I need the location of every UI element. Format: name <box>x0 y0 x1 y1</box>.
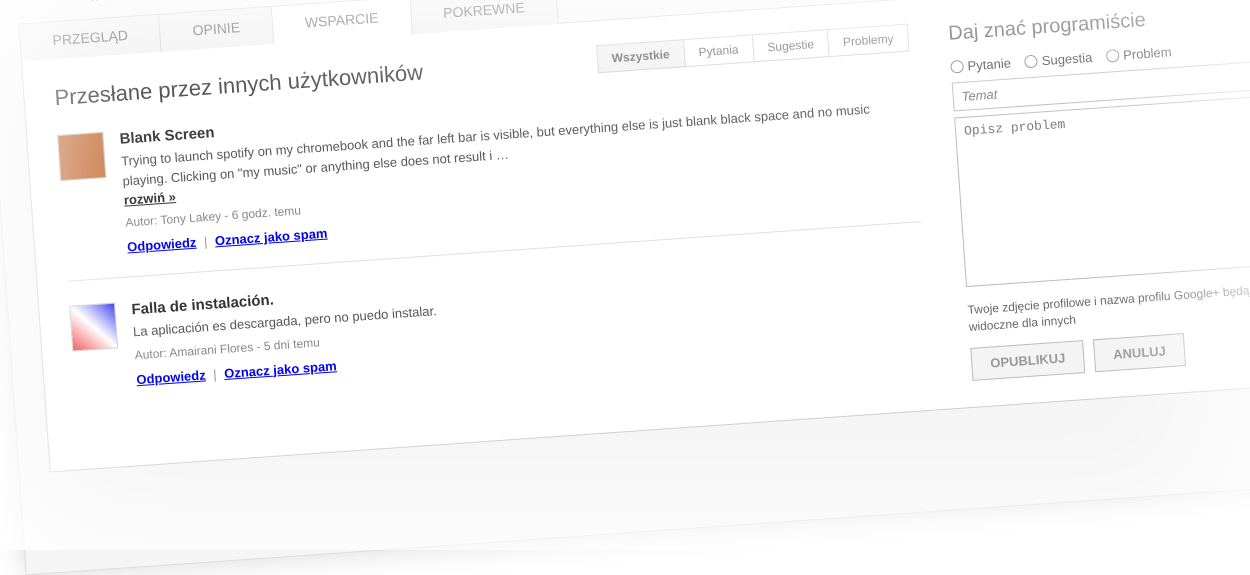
filter-questions[interactable]: Pytania <box>683 34 755 67</box>
disclaimer-text: Twoje zdjęcie profilowe i nazwa profilu … <box>967 281 1250 335</box>
radio-suggestion[interactable]: Sugestia <box>1024 50 1092 70</box>
avatar <box>69 303 118 352</box>
reply-link[interactable]: Odpowiedz <box>136 367 206 387</box>
mark-spam-link[interactable]: Oznacz jako spam <box>224 358 337 381</box>
cancel-button[interactable]: ANULUJ <box>1093 333 1186 372</box>
filter-tabs: Wszystkie Pytania Sugestie Problemy <box>597 24 910 74</box>
filter-all[interactable]: Wszystkie <box>596 39 686 73</box>
expand-link[interactable]: rozwiń » <box>123 189 176 208</box>
support-post: Blank Screen Trying to launch spotify on… <box>57 75 920 258</box>
feedback-heading: Daj znać programiście <box>948 2 1249 46</box>
tab-reviews[interactable]: OPINIE <box>158 6 274 52</box>
rating-stars: ★★★★½ <box>88 0 151 6</box>
support-post: Falla de instalación. La aplicación es d… <box>69 246 929 391</box>
reply-link[interactable]: Odpowiedz <box>127 235 197 255</box>
radio-question[interactable]: Pytanie <box>950 55 1011 74</box>
radio-problem[interactable]: Problem <box>1106 44 1172 64</box>
publish-button[interactable]: OPUBLIKUJ <box>970 340 1085 381</box>
description-textarea[interactable] <box>954 97 1250 288</box>
filter-suggestions[interactable]: Sugestie <box>751 29 829 62</box>
mark-spam-link[interactable]: Oznacz jako spam <box>214 226 327 249</box>
filter-problems[interactable]: Problemy <box>827 24 909 58</box>
avatar <box>57 132 106 181</box>
